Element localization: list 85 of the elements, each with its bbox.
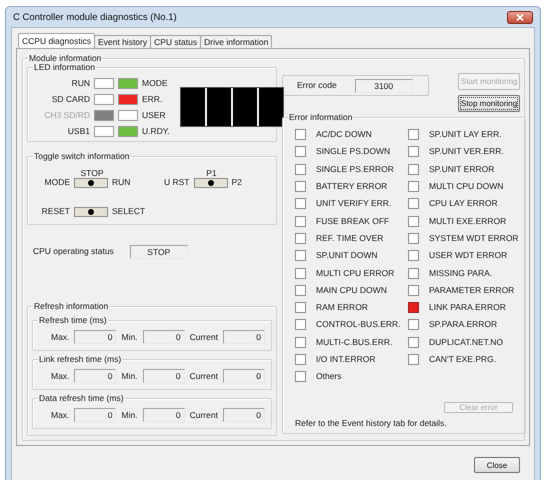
error-label: USER WDT ERROR (429, 250, 508, 262)
window-title: C Controller module diagnostics (No.1) (13, 12, 177, 22)
error-label: RAM ERROR (316, 302, 368, 314)
switch-label: P2 (232, 177, 242, 188)
error-label: LINK PARA.ERROR (429, 302, 506, 314)
field-label: Current (190, 370, 218, 382)
switch-label: RESET (40, 206, 70, 217)
group-title: Module information (29, 53, 102, 63)
stop-monitoring-button[interactable]: Stop monitoring (458, 95, 520, 112)
tab[interactable]: Drive information (200, 35, 272, 48)
note-text: Refer to the Event history tab for details. (295, 418, 448, 430)
error-label: AC/DC DOWN (316, 129, 372, 140)
led-label: USB1 (66, 126, 91, 136)
time-field: 0 (222, 408, 266, 422)
error-label: MISSING PARA. (429, 268, 492, 279)
group-title: Error information (289, 112, 352, 122)
field-label: Max. (51, 410, 70, 421)
error-label: UNIT VERIFY ERR. (316, 198, 392, 210)
close-window-button[interactable] (507, 10, 533, 24)
led-label: CH3 SD/RD (43, 110, 91, 120)
error-label: MULTI CPU ERROR (316, 268, 394, 279)
field-label: Min. (121, 370, 138, 382)
led-label: USER (142, 110, 167, 120)
error-label: CONTROL-BUS.ERR. (316, 319, 401, 330)
field-label: Current (190, 410, 218, 421)
switch-label: P1 (205, 168, 218, 178)
group-title: Refresh information (34, 300, 108, 311)
error-label: REF. TIME OVER (316, 232, 384, 244)
close-icon (516, 14, 524, 20)
switch-label: RUN (112, 177, 130, 188)
tab[interactable]: CPU status (150, 35, 202, 48)
tab[interactable]: Event history (94, 35, 152, 48)
group-title: Data refresh time (ms) (39, 392, 124, 403)
error-label: MULTI CPU DOWN (429, 181, 504, 192)
time-field: 0 (74, 408, 116, 422)
error-code-field: 3100 (354, 78, 413, 92)
field-label: Max. (51, 332, 70, 343)
error-label: SP.UNIT ERROR (429, 164, 494, 175)
error-label: MAIN CPU DOWN (316, 284, 387, 296)
error-label: SINGLE PS.ERROR (316, 164, 394, 175)
error-label: SINGLE PS.DOWN (316, 146, 390, 158)
group-title: Link refresh time (ms) (39, 354, 122, 364)
tab[interactable]: CCPU diagnostics (18, 33, 95, 48)
error-label: MULTI-C.BUS.ERR. (316, 336, 392, 348)
error-label: FUSE BREAK OFF (316, 216, 390, 227)
error-label: Others (316, 371, 342, 382)
field-label: Min. (121, 410, 138, 421)
error-label: SYSTEM WDT ERROR (429, 232, 519, 244)
error-label: MULTI EXE.ERROR (429, 216, 506, 227)
error-label: CPU LAY ERROR (429, 198, 498, 210)
led-label: U.RDY. (142, 126, 170, 136)
error-label: DUPLICAT.NET.NO (429, 336, 503, 348)
time-field: 0 (142, 330, 185, 344)
error-label: SP.PARA.ERROR (429, 319, 498, 330)
time-field: 0 (222, 369, 266, 384)
close-button[interactable]: Close (474, 457, 520, 473)
led-label: MODE (142, 78, 168, 88)
led-label: RUN (70, 78, 91, 88)
time-field: 0 (74, 330, 116, 344)
group-title: Refresh time (ms) (39, 314, 107, 325)
time-field: 0 (222, 330, 266, 344)
field-label: Min. (121, 332, 138, 343)
error-label: SP.UNIT LAY ERR. (429, 129, 502, 140)
field-label: Current (190, 332, 218, 343)
time-field: 0 (74, 369, 116, 384)
time-field: 0 (142, 408, 185, 422)
led-label: ERR. (142, 94, 164, 104)
field-label: Max. (51, 370, 70, 382)
led-label: SD CARD (50, 94, 91, 104)
error-label: SP.UNIT VER.ERR. (429, 146, 504, 158)
group-title: LED information (34, 62, 95, 72)
status-field: STOP (130, 244, 188, 259)
status-label: CPU operating status (33, 246, 114, 258)
error-label: I/O INT.ERROR (316, 354, 376, 365)
error-label: CAN'T EXE.PRG. (429, 354, 496, 365)
time-field: 0 (142, 369, 185, 384)
error-label: BATTERY ERROR (316, 181, 388, 192)
switch-label: STOP (80, 168, 104, 178)
error-label: PARAMETER ERROR (429, 284, 514, 296)
switch-label: U RST (164, 177, 190, 188)
switch-label: SELECT (112, 206, 146, 217)
group-title: Toggle switch information (34, 151, 130, 161)
switch-label: MODE (44, 177, 70, 188)
error-label: SP.UNIT DOWN (316, 250, 378, 262)
error-code-label: Error code (297, 80, 337, 91)
